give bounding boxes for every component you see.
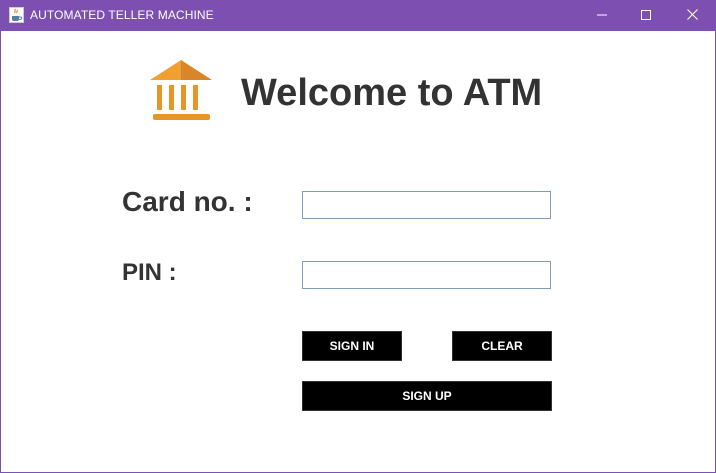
pin-input[interactable] [302,261,551,289]
clear-button[interactable]: CLEAR [452,331,552,361]
maximize-button[interactable] [623,0,669,31]
login-panel: Welcome to ATM Card no. : PIN : SIGN IN … [1,31,715,472]
app-window: AUTOMATED TELLER MACHINE Welcome to ATM … [0,0,716,473]
java-cup-icon [9,7,24,23]
window-title: AUTOMATED TELLER MACHINE [30,8,214,22]
maximize-icon [641,7,651,25]
close-icon [686,7,698,25]
bank-icon [148,58,214,124]
pin-label: PIN : [122,259,177,286]
close-button[interactable] [669,0,715,31]
minimize-icon [597,7,607,25]
sign-in-button[interactable]: SIGN IN [302,331,402,361]
card-number-label: Card no. : [122,186,253,217]
sign-up-button[interactable]: SIGN UP [302,381,552,411]
minimize-button[interactable] [579,0,625,31]
page-title: Welcome to ATM [241,72,543,114]
card-number-input[interactable] [302,191,551,219]
title-bar[interactable]: AUTOMATED TELLER MACHINE [1,0,715,31]
